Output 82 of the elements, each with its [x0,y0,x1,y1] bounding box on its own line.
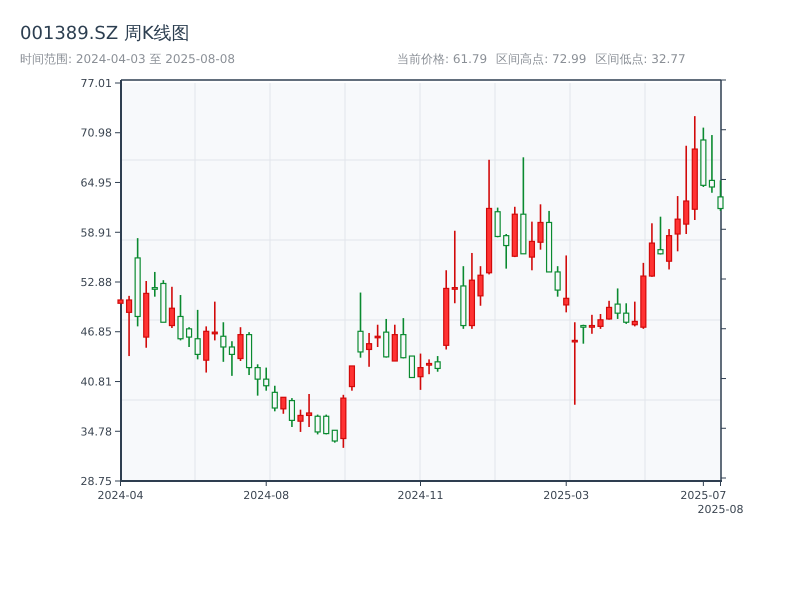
candlestick [503,234,510,269]
candlestick [580,324,586,344]
x-tick-label: 2024-11 [398,489,444,502]
candlestick [168,286,176,328]
candlestick [623,303,630,324]
price-stat-text: 区间低点: 32.77 [595,50,686,68]
candlestick [263,368,270,391]
candlestick [648,223,656,277]
candlestick [674,196,681,252]
candlestick [512,206,518,258]
candlestick [237,327,244,361]
candlestick [254,364,261,396]
candlestick [117,299,124,304]
chart-title: 001389.SZ 周K线图 [20,22,191,46]
candlestick [152,272,158,297]
candlestick [160,280,166,323]
candlestick [306,394,312,427]
candlestick [280,396,286,414]
y-tick-label: 28.75 [80,475,112,488]
candlestick [143,281,150,348]
candlestick [606,300,612,320]
candlestick [417,354,424,390]
candlestick [228,341,236,376]
candlestick [186,327,192,347]
x-tick-label: 2025-08 [698,503,744,516]
candlestick [588,314,596,334]
y-tick-label: 58.91 [80,226,112,240]
candlestick [700,128,706,187]
candlestick [400,318,406,359]
y-tick-label: 77.01 [80,77,112,90]
candlestick [194,310,201,360]
y-tick-label: 52.88 [80,276,112,289]
candlestick [126,296,132,356]
x-tick-label: 2025-07 [680,489,726,502]
candlestick [323,414,330,434]
x-tick-label: 2024-04 [98,489,144,502]
candlestick [632,302,638,326]
candlestick [297,410,304,432]
candlestick [357,292,364,358]
candlestick [340,394,346,448]
y-tick-label: 40.81 [80,376,112,389]
x-tick-label: 2024-08 [243,489,290,502]
candlestick [366,332,372,367]
candlestick [332,430,338,443]
candlestick [348,365,356,391]
price-stat-text: 当前价格: 61.79 [396,50,488,68]
candlestick [494,208,501,238]
candlestick [717,180,724,211]
candlestick [657,216,664,255]
candlestick [288,398,296,427]
candlestick [434,356,441,372]
candlestick [392,324,398,362]
candlestick [537,204,544,250]
candlestick [408,355,416,378]
candlestick [246,332,252,376]
candlestick [708,135,716,193]
candlestick [203,326,210,373]
candlestick [177,295,184,340]
candlestick [212,302,218,340]
y-tick-label: 64.95 [80,176,112,190]
candlestick [563,255,570,312]
x-tick-label: 2025-03 [543,489,590,502]
candlestick [666,229,672,270]
y-tick-label: 70.98 [80,126,112,140]
candlestick [314,414,321,434]
candlestick [528,222,536,270]
candlestick [374,324,381,347]
candlestick [460,266,466,329]
y-tick-label: 34.78 [80,425,112,438]
price-stat-text: 区间高点: 72.99 [496,50,586,68]
y-tick-label: 46.85 [80,326,112,339]
candlestick [426,359,432,374]
candlestick [614,288,621,319]
candlestick [554,266,561,297]
candlestick [597,314,604,329]
candlestick [640,262,646,329]
candlestick [383,318,390,358]
candlestick [220,322,226,362]
candlestick [477,266,484,306]
date-range-text: 时间范围: 2024-04-03 至 2025-08-08 [20,50,235,68]
candlestick [546,210,552,273]
candlestick [272,386,278,412]
